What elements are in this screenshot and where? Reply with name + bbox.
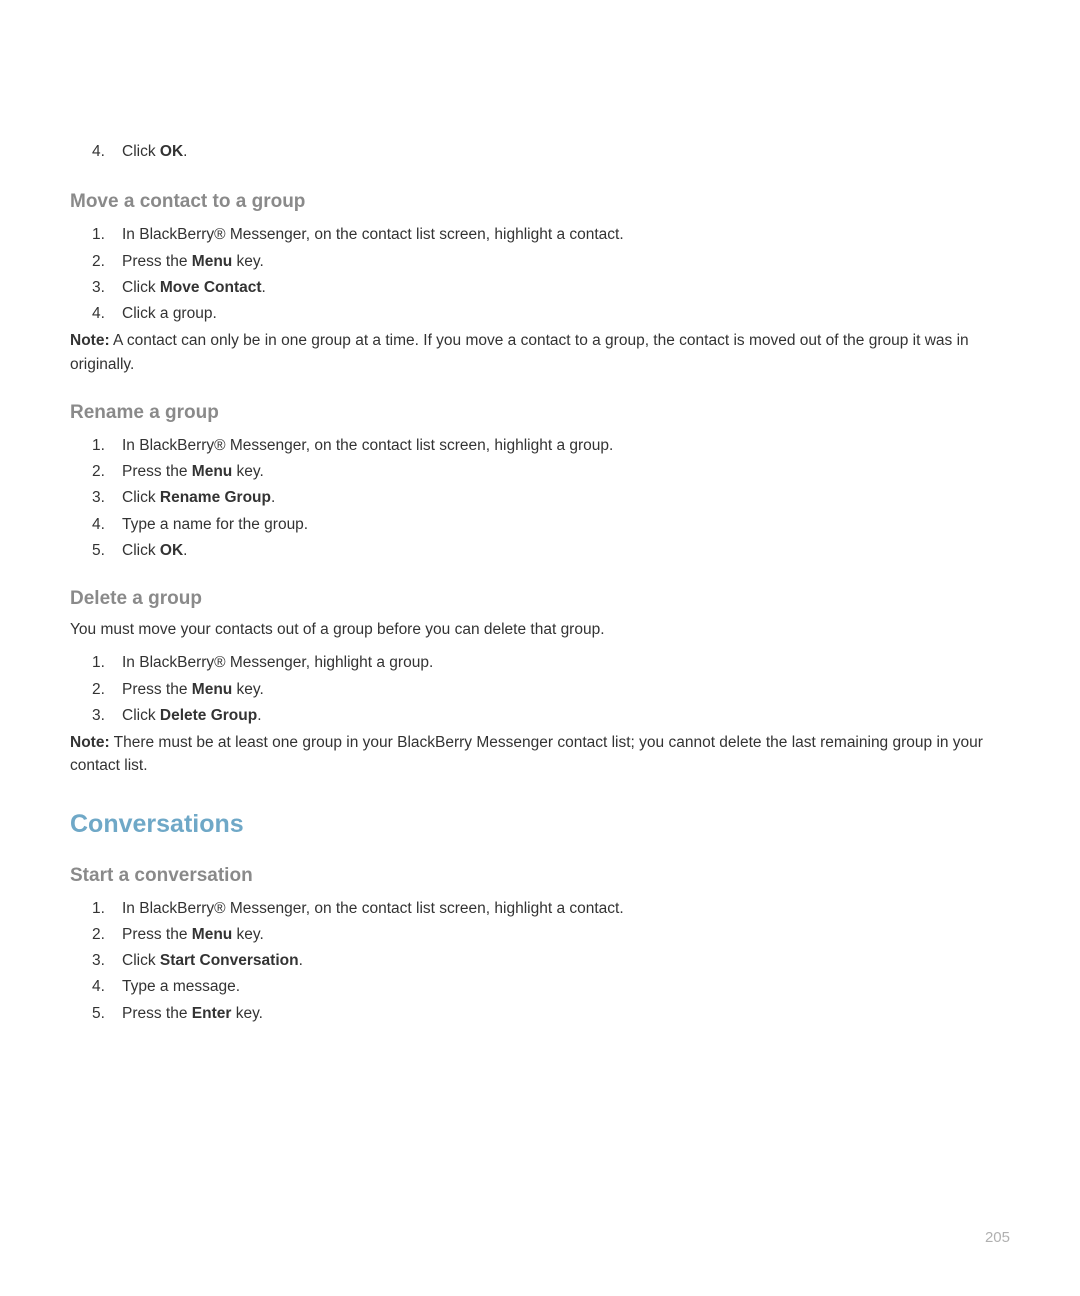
heading-delete-group: Delete a group: [70, 588, 1010, 610]
list-text: In BlackBerry® Messenger, on the contact…: [122, 434, 613, 457]
list-text: In BlackBerry® Messenger, on the contact…: [122, 897, 624, 920]
list-text: Press the Menu key.: [122, 460, 264, 483]
list-item: 3. Click Move Contact.: [70, 276, 1010, 299]
list-number: 1.: [92, 434, 122, 457]
list-item: 5. Click OK.: [70, 539, 1010, 562]
intro-delete-group: You must move your contacts out of a gro…: [70, 618, 1010, 641]
list-item: 2. Press the Menu key.: [70, 678, 1010, 701]
list-text: Click OK.: [122, 539, 187, 562]
list-number: 3.: [92, 704, 122, 727]
list-number: 3.: [92, 486, 122, 509]
list-number: 3.: [92, 949, 122, 972]
list-number: 2.: [92, 250, 122, 273]
list-number: 2.: [92, 923, 122, 946]
list-item: 1. In BlackBerry® Messenger, on the cont…: [70, 897, 1010, 920]
list-text: Click Rename Group.: [122, 486, 275, 509]
list-item: 2. Press the Menu key.: [70, 460, 1010, 483]
list-number: 1.: [92, 223, 122, 246]
list-text: Click Start Conversation.: [122, 949, 303, 972]
steps-start-conversation: 1. In BlackBerry® Messenger, on the cont…: [70, 897, 1010, 1025]
steps-rename-group: 1. In BlackBerry® Messenger, on the cont…: [70, 434, 1010, 562]
list-number: 4.: [92, 975, 122, 998]
steps-delete-group: 1. In BlackBerry® Messenger, highlight a…: [70, 651, 1010, 727]
note-delete-group: Note: There must be at least one group i…: [70, 731, 1010, 778]
list-number: 4.: [92, 302, 122, 325]
list-item: 1. In BlackBerry® Messenger, on the cont…: [70, 223, 1010, 246]
list-number: 2.: [92, 678, 122, 701]
heading-conversations: Conversations: [70, 810, 1010, 839]
list-item: 4. Click a group.: [70, 302, 1010, 325]
list-number: 5.: [92, 1002, 122, 1025]
list-text: Press the Menu key.: [122, 250, 264, 273]
list-item: 3. Click Delete Group.: [70, 704, 1010, 727]
list-number: 5.: [92, 539, 122, 562]
list-item: 1. In BlackBerry® Messenger, highlight a…: [70, 651, 1010, 674]
list-item: 2. Press the Menu key.: [70, 923, 1010, 946]
list-item: 4. Type a message.: [70, 975, 1010, 998]
list-item: 2. Press the Menu key.: [70, 250, 1010, 273]
list-text: Type a name for the group.: [122, 513, 308, 536]
list-item: 3. Click Start Conversation.: [70, 949, 1010, 972]
list-number: 1.: [92, 897, 122, 920]
list-item: 4. Click OK.: [70, 140, 1010, 163]
list-text: Click Delete Group.: [122, 704, 262, 727]
list-text: In BlackBerry® Messenger, on the contact…: [122, 223, 624, 246]
list-text: In BlackBerry® Messenger, highlight a gr…: [122, 651, 433, 674]
list-number: 4.: [92, 140, 122, 163]
list-number: 1.: [92, 651, 122, 674]
list-text: Click Move Contact.: [122, 276, 266, 299]
heading-rename-group: Rename a group: [70, 402, 1010, 424]
list-text: Type a message.: [122, 975, 240, 998]
list-item: 4. Type a name for the group.: [70, 513, 1010, 536]
list-text: Press the Menu key.: [122, 678, 264, 701]
list-number: 3.: [92, 276, 122, 299]
heading-move-contact: Move a contact to a group: [70, 191, 1010, 213]
page-number: 205: [985, 1229, 1010, 1246]
steps-move-contact: 1. In BlackBerry® Messenger, on the cont…: [70, 223, 1010, 325]
list-text: Click a group.: [122, 302, 217, 325]
list-text: Click OK.: [122, 140, 187, 163]
list-item: 5. Press the Enter key.: [70, 1002, 1010, 1025]
list-item: 1. In BlackBerry® Messenger, on the cont…: [70, 434, 1010, 457]
list-number: 2.: [92, 460, 122, 483]
heading-start-conversation: Start a conversation: [70, 865, 1010, 887]
list-text: Press the Menu key.: [122, 923, 264, 946]
note-move-contact: Note: A contact can only be in one group…: [70, 329, 1010, 376]
list-number: 4.: [92, 513, 122, 536]
list-text: Press the Enter key.: [122, 1002, 263, 1025]
continued-ordered-list: 4. Click OK.: [70, 140, 1010, 163]
list-item: 3. Click Rename Group.: [70, 486, 1010, 509]
